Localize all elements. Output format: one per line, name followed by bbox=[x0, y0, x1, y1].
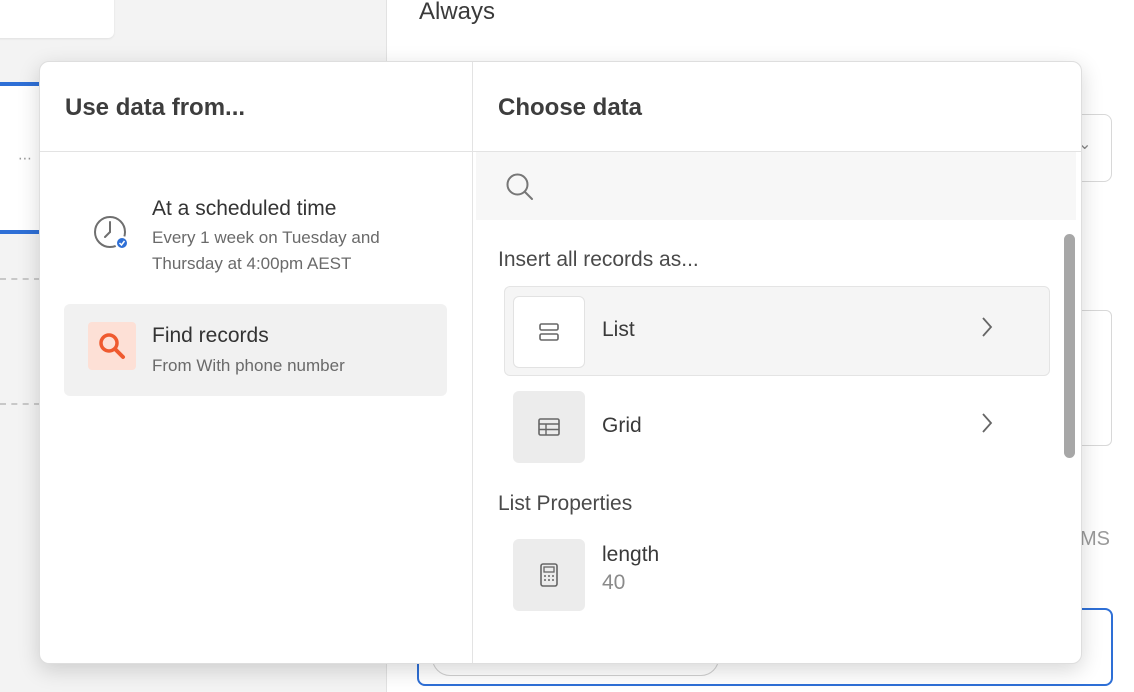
background-card bbox=[0, 0, 114, 38]
source-panel-title: Use data from... bbox=[65, 94, 246, 121]
chevron-right-icon bbox=[982, 317, 993, 337]
connector-line bbox=[0, 278, 40, 280]
property-row-length[interactable]: length 40 bbox=[505, 531, 1049, 619]
search-icon bbox=[88, 322, 136, 370]
data-picker-popover: Use data from... At a scheduled time Eve… bbox=[39, 61, 1082, 664]
insert-option-grid[interactable]: Grid bbox=[505, 383, 1049, 471]
property-value: 40 bbox=[602, 571, 626, 594]
search-bar[interactable] bbox=[476, 152, 1076, 220]
insert-option-label: Grid bbox=[602, 414, 642, 437]
grid-icon bbox=[513, 391, 585, 463]
property-name: length bbox=[602, 543, 660, 566]
insert-section-label: Insert all records as... bbox=[498, 248, 699, 271]
insert-option-list[interactable]: List bbox=[504, 286, 1050, 376]
source-panel-header: Use data from... bbox=[40, 62, 472, 152]
clock-icon bbox=[88, 209, 136, 257]
scrollbar-thumb[interactable] bbox=[1064, 234, 1075, 458]
source-item-subtitle: Every 1 week on Tuesday and Thursday at … bbox=[152, 228, 380, 273]
trigger-label: Always bbox=[419, 0, 496, 25]
source-item-subtitle: From With phone number bbox=[152, 356, 345, 375]
data-panel: Choose data Insert all records as... Lis… bbox=[473, 62, 1081, 663]
source-item-title: At a scheduled time bbox=[152, 197, 337, 220]
list-icon bbox=[513, 296, 585, 368]
data-panel-title: Choose data bbox=[498, 94, 643, 121]
more-dots-icon: ⋯ bbox=[18, 150, 33, 166]
data-panel-header: Choose data bbox=[473, 62, 1081, 152]
source-panel: Use data from... At a scheduled time Eve… bbox=[40, 62, 473, 663]
insert-option-label: List bbox=[602, 318, 635, 341]
units-suffix: MS bbox=[1080, 528, 1110, 550]
chevron-right-icon bbox=[982, 413, 993, 433]
search-icon bbox=[506, 173, 533, 200]
source-item-scheduled-time[interactable]: At a scheduled time Every 1 week on Tues… bbox=[64, 197, 447, 293]
properties-section-label: List Properties bbox=[498, 492, 633, 515]
source-item-find-records[interactable]: Find records From With phone number bbox=[64, 304, 447, 396]
search-input[interactable] bbox=[538, 166, 1062, 208]
source-item-title: Find records bbox=[152, 324, 269, 347]
connector-line bbox=[0, 403, 40, 405]
calculator-icon bbox=[513, 539, 585, 611]
